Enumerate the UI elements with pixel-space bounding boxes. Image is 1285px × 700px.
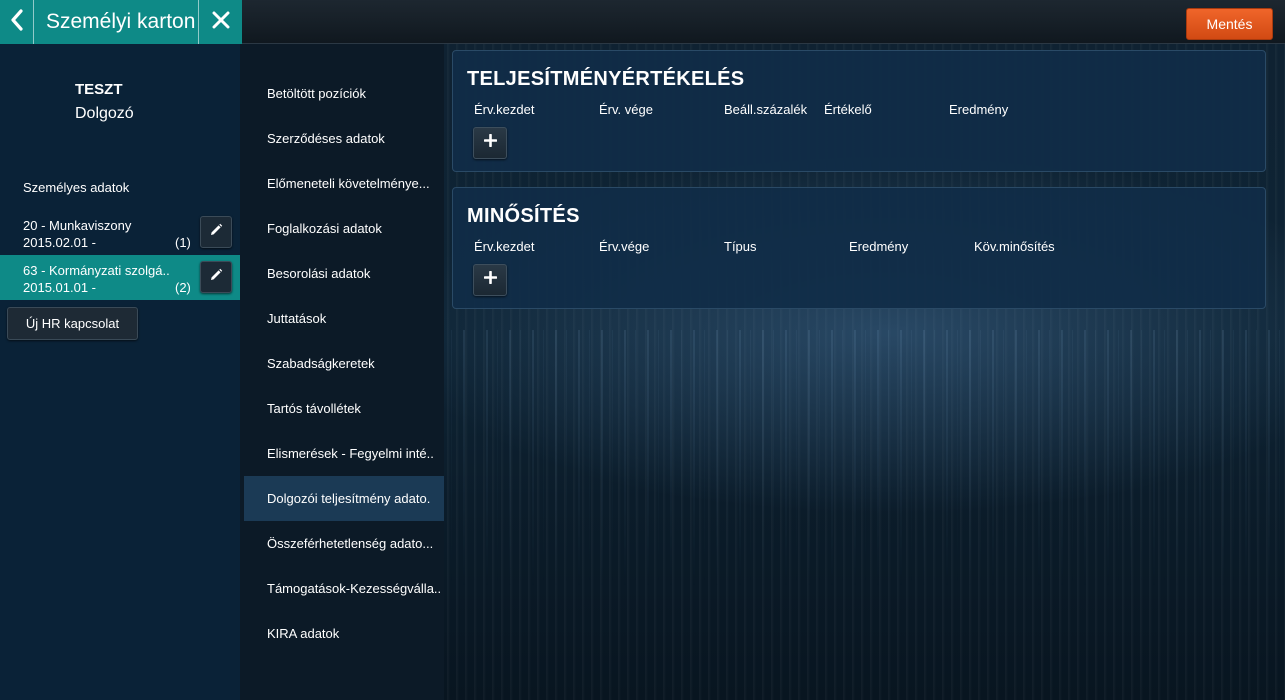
nav-item[interactable]: Betöltött pozíciók [244, 71, 444, 116]
close-button[interactable] [198, 0, 242, 44]
close-icon [212, 11, 230, 34]
nav-item[interactable]: Támogatások-Kezességválla.. [244, 566, 444, 611]
qualification-card: MINŐSÍTÉS Érv.kezdet Érv.vége Típus Ered… [452, 187, 1266, 309]
nav-item[interactable]: Foglalkozási adatok [244, 206, 444, 251]
save-button[interactable]: Mentés [1186, 8, 1273, 40]
pencil-icon [209, 223, 223, 242]
left-panel: TESZT Dolgozó Személyes adatok 20 - Munk… [0, 44, 248, 700]
column-header: Érv.kezdet [474, 102, 535, 117]
column-header: Típus [724, 239, 757, 254]
add-evaluation-button[interactable] [473, 127, 507, 159]
edit-relation-button[interactable] [200, 216, 232, 248]
hr-relation-item[interactable]: 20 - Munkaviszony 2015.02.01 - (1) [0, 210, 240, 255]
chevron-left-icon [10, 8, 24, 36]
nav-item[interactable]: KIRA adatok [244, 611, 444, 656]
nav-item-active[interactable]: Dolgozói teljesítmény adato. [244, 476, 444, 521]
title-block: Személyi karton [0, 0, 242, 44]
plus-icon [483, 133, 497, 152]
personal-data-link[interactable]: Személyes adatok [23, 180, 129, 195]
nav-item[interactable]: Szerződéses adatok [244, 116, 444, 161]
card-title: TELJESÍTMÉNYÉRTÉKELÉS [467, 68, 745, 90]
pencil-icon [209, 268, 223, 287]
hr-relation-title: 63 - Kormányzati szolgá.. [23, 263, 170, 278]
nav-item[interactable]: Besorolási adatok [244, 251, 444, 296]
new-hr-relation-button[interactable]: Új HR kapcsolat [7, 307, 138, 340]
edit-relation-button[interactable] [200, 261, 232, 293]
column-header: Köv.minősítés [974, 239, 1055, 254]
background-streaks [440, 330, 1285, 590]
nav-item[interactable]: Szabadságkeretek [244, 341, 444, 386]
nav-item[interactable]: Tartós távollétek [244, 386, 444, 431]
hr-relation-count: (1) [175, 235, 191, 250]
nav-item[interactable]: Juttatások [244, 296, 444, 341]
nav-item-label: Dolgozói teljesítmény adato. [267, 491, 431, 506]
card-title: MINŐSÍTÉS [467, 205, 580, 227]
column-header: Értékelő [824, 102, 872, 117]
back-button[interactable] [0, 0, 34, 44]
hr-relation-date: 2015.01.01 - [23, 280, 97, 295]
hr-relation-item-active[interactable]: 63 - Kormányzati szolgá.. 2015.01.01 - (… [0, 255, 248, 300]
column-header: Érv. vége [599, 102, 653, 117]
add-qualification-button[interactable] [473, 264, 507, 296]
nav-item[interactable]: Összeférhetetlenség adato... [244, 521, 444, 566]
hr-relation-date: 2015.02.01 - [23, 235, 97, 250]
nav-item[interactable]: Előmeneteli követelménye... [244, 161, 444, 206]
column-header: Eredmény [949, 102, 1009, 117]
plus-icon [483, 270, 497, 289]
person-name: TESZT [75, 81, 123, 98]
column-header: Beáll.százalék [724, 102, 808, 117]
hr-relation-title: 20 - Munkaviszony [23, 218, 132, 233]
hr-relation-count: (2) [175, 280, 191, 295]
performance-evaluation-card: TELJESÍTMÉNYÉRTÉKELÉS Érv.kezdet Érv. vé… [452, 50, 1266, 172]
page-title: Személyi karton [46, 10, 196, 33]
person-role: Dolgozó [75, 105, 134, 122]
column-header: Érv.kezdet [474, 239, 535, 254]
column-header: Érv.vége [599, 239, 650, 254]
column-header: Eredmény [849, 239, 909, 254]
top-bar: Személyi karton Mentés [0, 0, 1285, 44]
section-nav: Betöltött pozíciók Szerződéses adatok El… [240, 44, 444, 700]
nav-item[interactable]: Elismerések - Fegyelmi inté.. [244, 431, 444, 476]
